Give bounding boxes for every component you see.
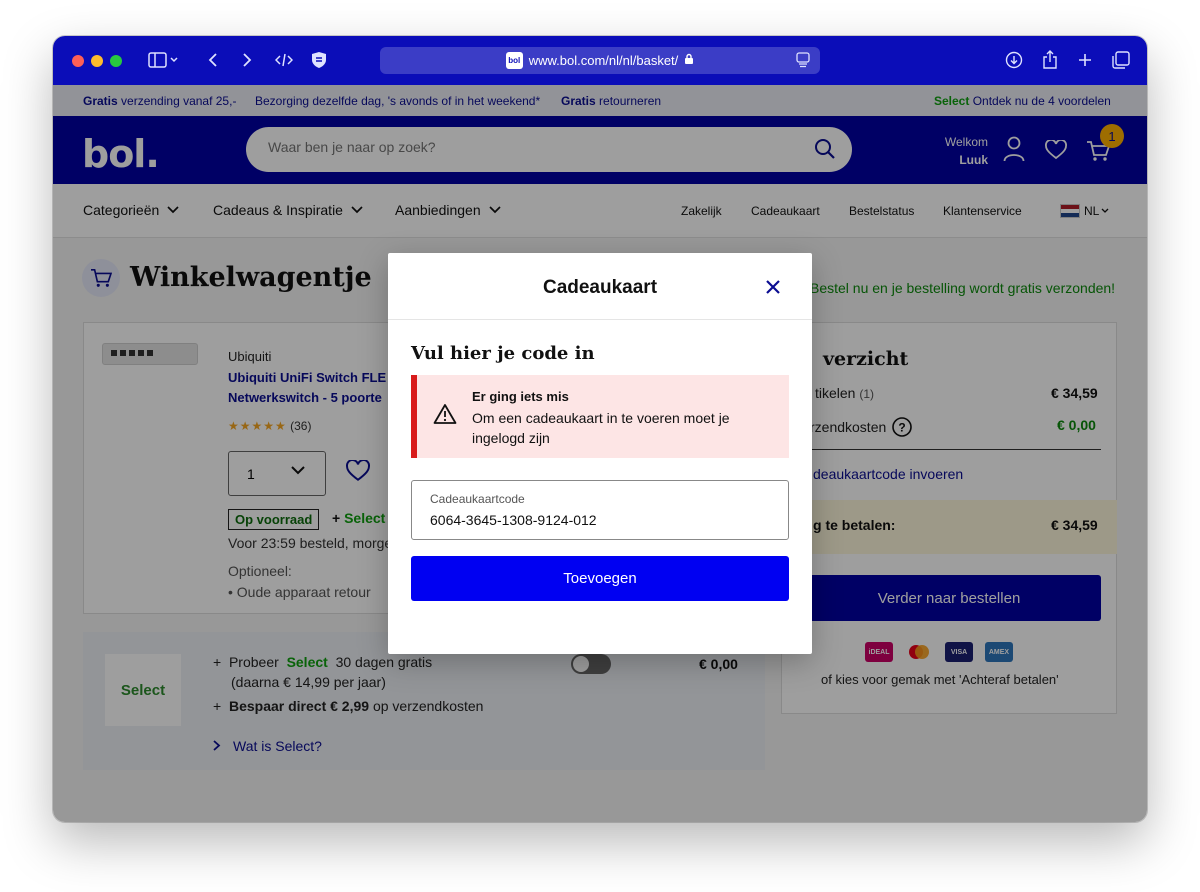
- browser-toolbar: bol www.bol.com/nl/nl/basket/: [53, 36, 1147, 85]
- new-tab-icon[interactable]: [1074, 49, 1096, 71]
- address-bar[interactable]: bol www.bol.com/nl/nl/basket/: [380, 47, 820, 74]
- close-window-button[interactable]: [72, 55, 84, 67]
- error-alert: Er ging iets mis Om een cadeaukaart in t…: [411, 375, 789, 458]
- error-title: Er ging iets mis: [472, 389, 569, 404]
- site-favicon-icon: bol: [505, 52, 523, 69]
- shield-icon[interactable]: [308, 49, 330, 71]
- url-text: www.bol.com/nl/nl/basket/: [528, 53, 679, 68]
- minimize-window-button[interactable]: [91, 55, 103, 67]
- lock-icon: [684, 53, 694, 68]
- giftcard-code-input[interactable]: [430, 512, 770, 528]
- close-icon[interactable]: [762, 276, 784, 298]
- tab-overview-icon[interactable]: [1110, 49, 1132, 71]
- code-icon[interactable]: [273, 49, 295, 71]
- giftcard-code-label: Cadeaukaartcode: [430, 492, 525, 506]
- modal-subtitle: Vul hier je code in: [411, 343, 595, 364]
- modal-header: Cadeaukaart: [388, 253, 812, 320]
- sidebar-toggle-icon[interactable]: [145, 49, 181, 71]
- giftcard-code-field[interactable]: Cadeaukaartcode: [411, 480, 789, 540]
- downloads-icon[interactable]: [1003, 49, 1025, 71]
- forward-icon[interactable]: [237, 49, 257, 71]
- zoom-window-button[interactable]: [110, 55, 122, 67]
- browser-window: bol www.bol.com/nl/nl/basket/ Gratis ver…: [53, 36, 1147, 822]
- back-icon[interactable]: [203, 49, 223, 71]
- giftcard-modal: Cadeaukaart Vul hier je code in Er ging …: [388, 253, 812, 654]
- warning-icon: [433, 403, 457, 430]
- error-message: Om een cadeaukaart in te voeren moet je …: [472, 410, 730, 446]
- share-icon[interactable]: [1039, 49, 1061, 71]
- reader-icon[interactable]: [796, 52, 810, 71]
- modal-title: Cadeaukaart: [542, 277, 658, 298]
- add-giftcard-button[interactable]: Toevoegen: [411, 556, 789, 601]
